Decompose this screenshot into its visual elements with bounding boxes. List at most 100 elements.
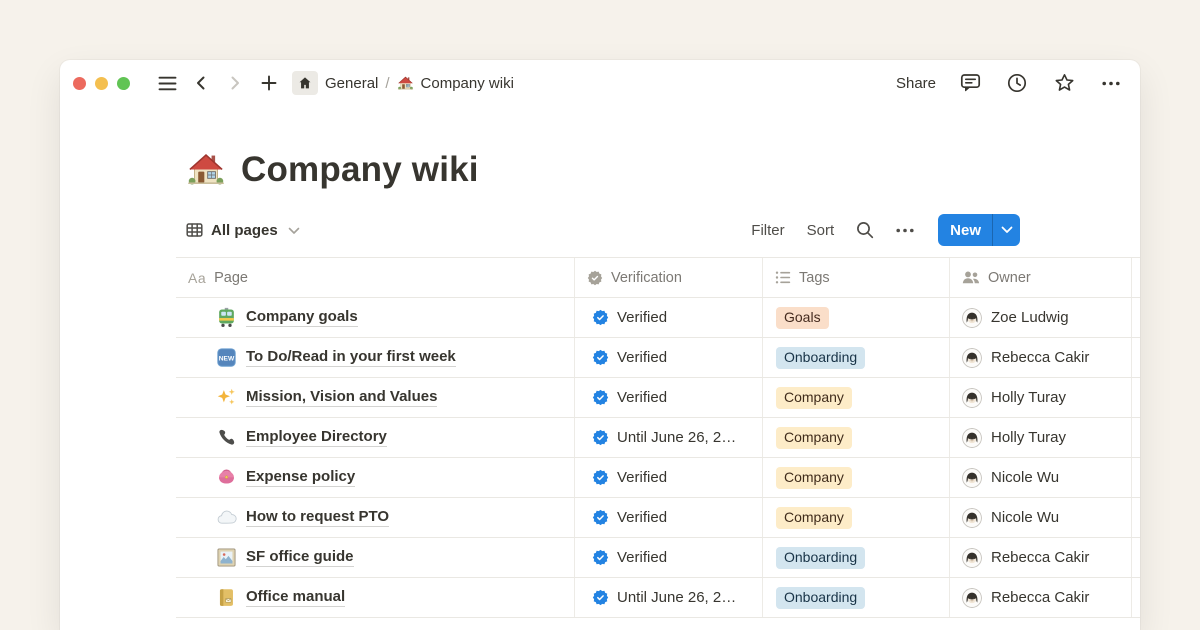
verification-cell[interactable]: Verified xyxy=(575,458,763,497)
page-title[interactable]: Company wiki xyxy=(241,150,479,190)
tags-cell[interactable]: Company xyxy=(763,378,950,417)
table-header-row: Aa Page Verification Tags Owner xyxy=(176,257,1140,297)
verification-value: Verified xyxy=(617,469,667,486)
page-link[interactable]: Company goals xyxy=(246,308,358,327)
tag-pill[interactable]: Onboarding xyxy=(776,547,865,569)
tag-pill[interactable]: Company xyxy=(776,507,852,529)
tags-cell[interactable]: Goals xyxy=(763,298,950,337)
updates-clock-icon[interactable] xyxy=(1004,70,1030,96)
tag-pill[interactable]: Company xyxy=(776,387,852,409)
close-window-button[interactable] xyxy=(73,77,86,90)
page-cell[interactable]: Expense policy xyxy=(176,458,575,497)
column-header-owner[interactable]: Owner xyxy=(950,258,1132,297)
owner-cell[interactable]: Rebecca Cakir xyxy=(950,538,1132,577)
owner-cell[interactable]: Nicole Wu xyxy=(950,498,1132,537)
verification-cell[interactable]: Verified xyxy=(575,538,763,577)
verification-cell[interactable]: Verified xyxy=(575,498,763,537)
page-cell[interactable]: Company goals xyxy=(176,298,575,337)
view-switcher-all-pages[interactable]: All pages xyxy=(186,222,300,239)
tags-cell[interactable]: Onboarding xyxy=(763,538,950,577)
verification-cell[interactable]: Until June 26, 2… xyxy=(575,578,763,617)
page-link[interactable]: Mission, Vision and Values xyxy=(246,388,437,407)
minimize-window-button[interactable] xyxy=(95,77,108,90)
table-row[interactable]: Expense policy Verified Company Nicole W… xyxy=(176,457,1140,497)
page-link[interactable]: How to request PTO xyxy=(246,508,389,527)
table-row[interactable]: NEW To Do/Read in your first week Verifi… xyxy=(176,337,1140,377)
page-cell[interactable]: NEW To Do/Read in your first week xyxy=(176,338,575,377)
verification-cell[interactable]: Verified xyxy=(575,298,763,337)
page-link[interactable]: Office manual xyxy=(246,588,345,607)
more-options-icon[interactable] xyxy=(1098,70,1124,96)
comments-icon[interactable] xyxy=(957,70,983,96)
tag-pill[interactable]: Onboarding xyxy=(776,587,865,609)
tag-pill[interactable]: Goals xyxy=(776,307,829,329)
column-label: Tags xyxy=(799,270,830,286)
owner-cell[interactable]: Rebecca Cakir xyxy=(950,578,1132,617)
table-row[interactable]: Employee Directory Until June 26, 2… Com… xyxy=(176,417,1140,457)
forward-button[interactable] xyxy=(222,70,248,96)
owner-name: Rebecca Cakir xyxy=(991,589,1089,606)
column-header-verification[interactable]: Verification xyxy=(575,258,763,297)
tag-pill[interactable]: Company xyxy=(776,427,852,449)
page-cell[interactable]: Mission, Vision and Values xyxy=(176,378,575,417)
breadcrumb-page[interactable]: Company wiki xyxy=(421,75,514,92)
column-header-page[interactable]: Aa Page xyxy=(176,258,575,297)
back-button[interactable] xyxy=(188,70,214,96)
table-row[interactable]: Company goals Verified Goals Zoe Ludwig xyxy=(176,297,1140,337)
table-row[interactable]: SF office guide Verified Onboarding Rebe… xyxy=(176,537,1140,577)
page-link[interactable]: Employee Directory xyxy=(246,428,387,447)
tags-cell[interactable]: Onboarding xyxy=(763,578,950,617)
owner-name: Holly Turay xyxy=(991,429,1066,446)
table-row[interactable]: Mission, Vision and Values Verified Comp… xyxy=(176,377,1140,417)
sort-button[interactable]: Sort xyxy=(807,222,835,239)
page-emoji-icon xyxy=(216,507,237,528)
owner-name: Rebecca Cakir xyxy=(991,349,1089,366)
tag-pill[interactable]: Company xyxy=(776,467,852,489)
new-page-button[interactable] xyxy=(256,70,282,96)
tags-cell[interactable]: Company xyxy=(763,458,950,497)
new-button-group: New xyxy=(938,214,1020,246)
breadcrumb-teamspace[interactable]: General xyxy=(325,75,378,92)
tags-cell[interactable]: Company xyxy=(763,498,950,537)
page-emoji-icon xyxy=(216,428,237,448)
page-cell[interactable]: Employee Directory xyxy=(176,418,575,457)
page-cell[interactable]: Office manual xyxy=(176,578,575,617)
owner-cell[interactable]: Rebecca Cakir xyxy=(950,338,1132,377)
verification-cell[interactable]: Until June 26, 2… xyxy=(575,418,763,457)
verified-badge-icon xyxy=(592,469,609,486)
teamspace-home-icon[interactable] xyxy=(292,71,318,95)
tags-cell[interactable]: Company xyxy=(763,418,950,457)
filter-button[interactable]: Filter xyxy=(751,222,784,239)
verification-cell[interactable]: Verified xyxy=(575,338,763,377)
new-button[interactable]: New xyxy=(938,214,992,246)
tags-cell[interactable]: Onboarding xyxy=(763,338,950,377)
verification-value: Until June 26, 2… xyxy=(617,589,736,606)
view-label: All pages xyxy=(211,222,278,239)
owner-name: Rebecca Cakir xyxy=(991,549,1089,566)
column-header-tags[interactable]: Tags xyxy=(763,258,950,297)
search-icon[interactable] xyxy=(856,221,874,239)
verification-cell[interactable]: Verified xyxy=(575,378,763,417)
tag-pill[interactable]: Onboarding xyxy=(776,347,865,369)
page-emoji-house-icon[interactable] xyxy=(186,150,226,190)
owner-cell[interactable]: Zoe Ludwig xyxy=(950,298,1132,337)
page-link[interactable]: To Do/Read in your first week xyxy=(246,348,456,367)
owner-avatar xyxy=(962,588,982,608)
page-cell[interactable]: How to request PTO xyxy=(176,498,575,537)
view-more-icon[interactable] xyxy=(896,228,914,233)
share-button[interactable]: Share xyxy=(896,75,936,92)
sidebar-menu-icon[interactable] xyxy=(154,70,180,96)
page-emoji-icon xyxy=(216,587,237,608)
table-row[interactable]: Office manual Until June 26, 2… Onboardi… xyxy=(176,577,1140,617)
favorite-star-icon[interactable] xyxy=(1051,70,1077,96)
table-row[interactable]: How to request PTO Verified Company Nico… xyxy=(176,497,1140,537)
owner-cell[interactable]: Nicole Wu xyxy=(950,458,1132,497)
zoom-window-button[interactable] xyxy=(117,77,130,90)
new-button-chevron-icon[interactable] xyxy=(993,214,1020,246)
page-cell[interactable]: SF office guide xyxy=(176,538,575,577)
owner-cell[interactable]: Holly Turay xyxy=(950,418,1132,457)
page-link[interactable]: SF office guide xyxy=(246,548,354,567)
page-link[interactable]: Expense policy xyxy=(246,468,355,487)
owner-cell[interactable]: Holly Turay xyxy=(950,378,1132,417)
owner-name: Nicole Wu xyxy=(991,469,1059,486)
